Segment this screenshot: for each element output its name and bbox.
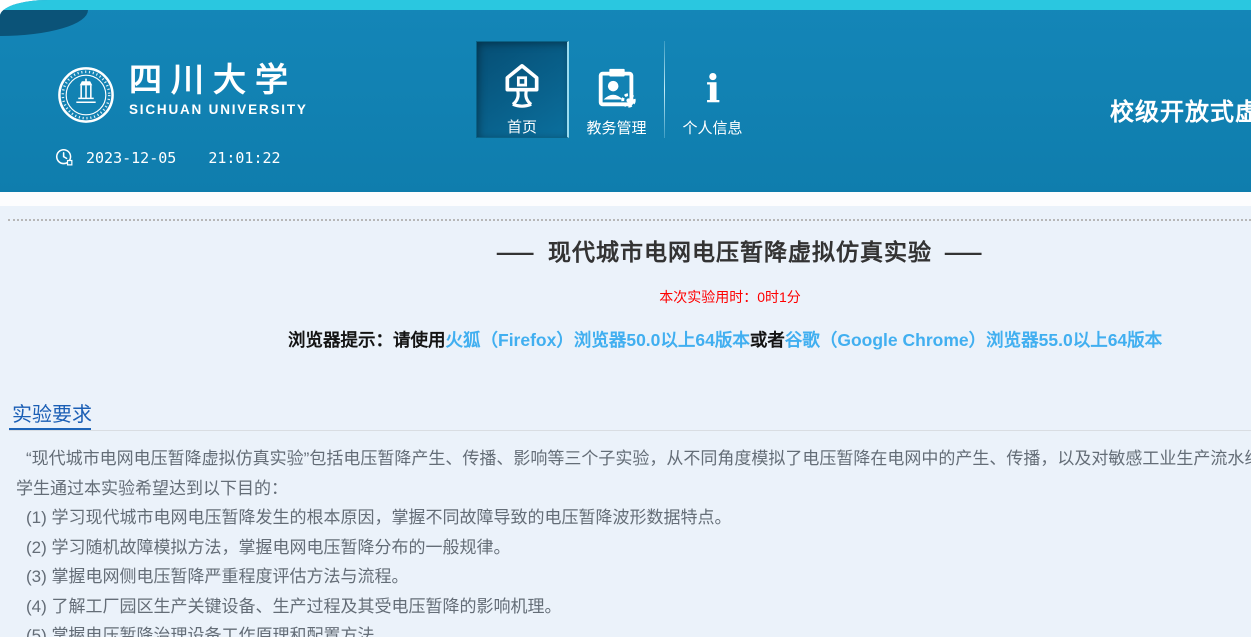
university-seal-icon (57, 66, 115, 124)
requirement-item-5: (5) 掌握电压暂降治理设备工作原理和配置方法。 (0, 621, 1251, 637)
header-bottom-strip (0, 192, 1251, 206)
requirement-item-2: (2) 学习随机故障模拟方法，掌握电网电压暂降分布的一般规律。 (0, 533, 1251, 563)
section-title-requirements: 实验要求 (12, 398, 92, 427)
dotted-divider (8, 219, 1251, 221)
personal-info-icon: i (693, 41, 733, 111)
nav-item-home[interactable]: 首页 (476, 41, 569, 138)
requirements-intro-line1: “现代城市电网电压暂降虚拟仿真实验”包括电压暂降产生、传播、影响等三个子实验，从… (0, 444, 1251, 474)
browser-tip-chrome: 谷歌（Google Chrome）浏览器55.0以上64版本 (785, 330, 1162, 350)
datetime-display: 2023-12-05 21:01:22 (55, 148, 281, 167)
requirement-item-3: (3) 掌握电网侧电压暂降严重程度评估方法与流程。 (0, 562, 1251, 592)
requirements-body: “现代城市电网电压暂降虚拟仿真实验”包括电压暂降产生、传播、影响等三个子实验，从… (0, 444, 1251, 637)
requirement-item-4: (4) 了解工厂园区生产关键设备、生产过程及其受电压暂降的影响机理。 (0, 592, 1251, 622)
university-name-en: SICHUAN UNIVERSITY (129, 102, 308, 117)
university-name-cn: 四川大学 (129, 60, 308, 100)
university-logo[interactable]: 四川大学 SICHUAN UNIVERSITY (57, 60, 308, 124)
platform-title: 校级开放式虚拟 (1110, 92, 1251, 127)
academic-management-icon (594, 41, 640, 111)
page: 四川大学 SICHUAN UNIVERSITY 2023-12-05 21:01… (0, 0, 1251, 637)
header-top-strip (0, 0, 1251, 10)
clock-icon (55, 148, 74, 167)
requirement-item-1: (1) 学习现代城市电网电压暂降发生的根本原因，掌握不同故障导致的电压暂降波形数… (0, 503, 1251, 533)
browser-tip-connector: 或者 (750, 330, 785, 350)
current-date: 2023-12-05 (86, 149, 176, 167)
nav-label-home: 首页 (507, 116, 537, 137)
nav-item-personal-info[interactable]: i 个人信息 (665, 41, 760, 138)
header-corner-wave (0, 10, 88, 36)
requirements-intro-line2: 学生通过本实验希望达到以下目的： (0, 474, 1251, 504)
nav-label-academic-management: 教务管理 (586, 117, 646, 138)
university-name: 四川大学 SICHUAN UNIVERSITY (129, 60, 308, 117)
home-icon (500, 42, 544, 110)
nav-label-personal-info: 个人信息 (682, 117, 742, 138)
title-left-dash: — (497, 239, 535, 266)
browser-tip-prefix: 浏览器提示：请使用 (288, 330, 446, 350)
browser-tip-firefox: 火狐（Firefox）浏览器50.0以上64版本 (446, 330, 750, 350)
svg-text:i: i (705, 67, 720, 111)
title-right-dash: — (945, 239, 983, 266)
browser-tip: 浏览器提示：请使用火狐（Firefox）浏览器50.0以上64版本或者谷歌（Go… (288, 327, 1162, 352)
main-nav: 首页 教务管理 (476, 41, 760, 138)
header: 四川大学 SICHUAN UNIVERSITY 2023-12-05 21:01… (0, 0, 1251, 192)
experiment-title: — 现代城市电网电压暂降虚拟仿真实验 — (0, 233, 1251, 267)
nav-item-academic-management[interactable]: 教务管理 (569, 41, 664, 138)
current-time: 21:01:22 (208, 149, 280, 167)
elapsed-time-text: 本次实验用时：0时1分 (0, 287, 1251, 307)
experiment-title-text: 现代城市电网电压暂降虚拟仿真实验 (548, 239, 932, 265)
section-divider-line (9, 430, 1251, 431)
